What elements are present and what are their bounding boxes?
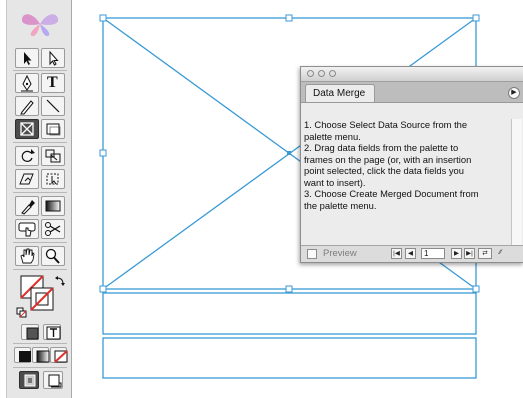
formatting-affects-container-button[interactable] [21,324,39,340]
text-frame[interactable] [102,337,477,379]
eyedropper-icon [21,200,35,215]
palette-scrollbar[interactable] [511,119,522,246]
rectangle-tool-button[interactable] [41,119,65,139]
zoom-tool-button[interactable] [41,246,65,266]
palette-titlebar[interactable] [301,67,523,82]
rectangle-frame-tool-button[interactable] [15,119,39,139]
free-transform-icon [46,173,59,185]
instruction-line: point selected, click the data fields yo… [304,165,464,176]
button-hand-icon [18,222,36,237]
line-icon [46,99,60,113]
type-tool-button[interactable]: T [41,73,65,93]
type-tool-glyph: T [47,74,58,91]
hand-tool-button[interactable] [15,246,39,266]
frame-handle[interactable] [99,14,107,22]
zoom-magnifier-icon [45,248,60,264]
palette-menu-icon[interactable]: ▶ [508,87,520,99]
frame-handle[interactable] [99,285,107,293]
scale-tool-button[interactable] [41,146,65,166]
zoom-icon[interactable] [329,70,336,77]
minimize-icon[interactable] [318,70,325,77]
apply-color-button[interactable] [14,347,31,363]
rotate-tool-button[interactable] [15,146,39,166]
gradient-icon [45,200,61,212]
normal-view-icon [24,374,36,387]
rotate-icon [21,149,35,162]
instruction-line: frames on the page (or, with an insertio… [304,153,472,165]
pencil-icon [20,100,34,115]
container-icon [26,327,39,340]
scissors-icon [45,222,61,236]
frame-handle[interactable] [285,14,293,22]
scissors-tool-button[interactable] [41,219,65,239]
instruction-line: 2. Drag data fields from the palette to [304,142,459,153]
pen-nib-icon [21,74,33,92]
tab-data-merge[interactable]: Data Merge [305,84,375,102]
eyedropper-tool-button[interactable] [15,196,39,216]
resize-grip-icon[interactable]: ∕∕ [495,248,506,259]
data-merge-palette: Data Merge ▶ 1. Choose Select Data Sourc… [300,66,523,263]
text-format-icon [46,326,61,340]
gradient-tool-button[interactable] [41,196,65,216]
fill-stroke-swatch-icon[interactable] [15,274,67,322]
selection-tool-button[interactable] [15,48,39,68]
apply-none-icon [54,350,68,363]
direct-selection-arrow-icon [49,50,59,66]
line-tool-button[interactable] [41,96,65,116]
rectangle-frame-icon [20,122,34,136]
instruction-line: want to insert). [304,176,366,188]
instructions-text: 1. Choose Select Data Source from the pa… [304,119,504,246]
first-record-icon[interactable]: |◀ [391,248,402,259]
instruction-line: palette menu. [304,130,361,142]
frame-handle[interactable] [472,285,480,293]
palette-tab-row: Data Merge ▶ [301,82,523,103]
shear-icon [19,173,34,185]
apply-gradient-button[interactable] [32,347,50,363]
button-tool-button[interactable] [15,219,39,239]
instruction-line: the palette menu. [304,199,377,211]
preview-view-icon [48,374,62,388]
free-transform-tool-button[interactable] [41,169,65,189]
palette-footer: Preview |◀ ◀ 1 ▶ ▶| ⇄ ∕∕ [301,245,523,262]
frame-handle[interactable] [472,14,480,22]
preview-checkbox[interactable] [307,249,317,259]
close-icon[interactable] [307,70,314,77]
normal-view-button[interactable] [19,371,39,389]
record-number-field[interactable]: 1 [421,248,445,259]
hand-icon [20,248,35,264]
shear-tool-button[interactable] [15,169,39,189]
pencil-tool-button[interactable] [15,96,39,116]
instruction-line: 3. Choose Create Merged Document from [304,188,479,199]
preview-label: Preview [323,248,357,259]
tools-panel: T [6,0,72,398]
preview-view-button[interactable] [43,371,63,389]
direct-selection-tool-button[interactable] [41,48,65,68]
frame-center-point [287,151,291,155]
formatting-affects-text-button[interactable] [43,324,61,340]
selection-arrow-icon [24,52,32,65]
apply-none-button[interactable] [50,347,68,363]
pen-tool-button[interactable] [15,73,39,93]
text-frame[interactable] [102,292,477,335]
frame-handle[interactable] [285,285,293,293]
scale-icon [45,149,61,163]
create-merged-document-icon[interactable]: ⇄ [478,248,492,259]
frame-handle[interactable] [99,149,107,157]
rectangle-icon [46,123,61,136]
butterfly-logo-icon [21,14,59,37]
instruction-line: 1. Choose Select Data Source from the [304,119,468,130]
previous-record-icon[interactable]: ◀ [405,248,416,259]
last-record-icon[interactable]: ▶| [464,248,475,259]
next-record-icon[interactable]: ▶ [451,248,462,259]
